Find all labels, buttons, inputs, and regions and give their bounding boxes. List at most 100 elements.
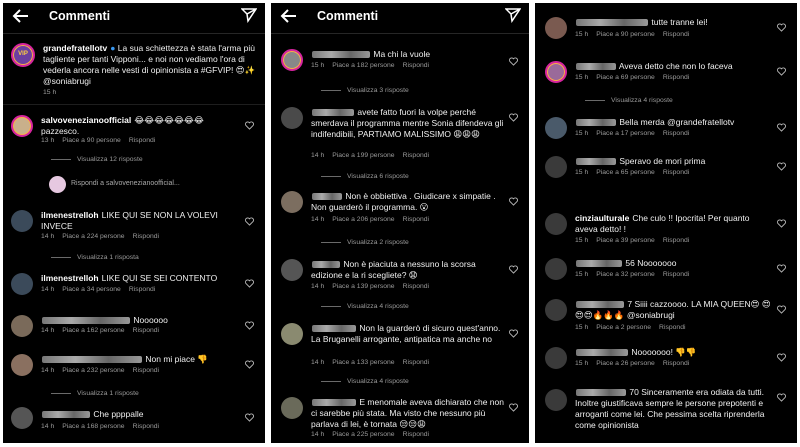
avatar[interactable] — [545, 347, 567, 369]
likes-count[interactable]: Piace a 90 persone — [62, 137, 121, 144]
back-arrow-icon[interactable] — [280, 7, 298, 25]
likes-count[interactable]: Piace a 224 persone — [62, 233, 124, 240]
comment-user[interactable]: ilmenestrelloh — [41, 273, 99, 283]
reply-button[interactable]: Rispondi — [403, 216, 429, 223]
like-heart-icon[interactable] — [509, 57, 518, 66]
reply-button[interactable]: Rispondi — [133, 327, 159, 334]
avatar[interactable] — [11, 115, 33, 137]
avatar[interactable] — [281, 323, 303, 345]
likes-count[interactable]: Piace a 26 persone — [596, 360, 655, 367]
avatar[interactable] — [11, 407, 33, 429]
likes-count[interactable]: Piace a 168 persone — [62, 423, 124, 430]
view-replies[interactable]: Visualizza 1 risposte — [51, 390, 139, 397]
reply-button[interactable]: Rispondi — [129, 286, 155, 293]
reply-button[interactable]: Rispondi — [129, 137, 155, 144]
likes-count[interactable]: Piace a 199 persone — [332, 152, 394, 159]
like-heart-icon[interactable] — [777, 393, 786, 402]
avatar[interactable] — [281, 259, 303, 281]
like-heart-icon[interactable] — [777, 23, 786, 32]
like-heart-icon[interactable] — [245, 321, 254, 330]
view-replies[interactable]: Visualizza 1 risposta — [51, 254, 139, 261]
likes-count[interactable]: Piace a 182 persone — [332, 62, 394, 69]
share-send-icon[interactable] — [241, 7, 257, 23]
likes-count[interactable]: Piace a 69 persone — [596, 74, 655, 81]
reply-button[interactable]: Rispondi — [403, 152, 429, 159]
likes-count[interactable]: Piace a 225 persone — [332, 431, 394, 438]
likes-count[interactable]: Piace a 32 persone — [596, 271, 655, 278]
reply-button[interactable]: Rispondi — [663, 130, 689, 137]
likes-count[interactable]: Piace a 90 persone — [596, 31, 655, 38]
avatar[interactable] — [545, 299, 567, 321]
like-heart-icon[interactable] — [509, 403, 518, 412]
comment-user[interactable]: ilmenestrelloh — [41, 210, 99, 220]
like-heart-icon[interactable] — [509, 329, 518, 338]
comment-user[interactable]: cinziaulturale — [575, 213, 629, 223]
likes-count[interactable]: Piace a 17 persone — [596, 130, 655, 137]
reply-button[interactable]: Rispondi — [659, 324, 685, 331]
reply-button[interactable]: Rispondi — [133, 423, 159, 430]
view-replies[interactable]: Visualizza 12 risposte — [51, 156, 143, 163]
reply-button[interactable]: Rispondi — [403, 62, 429, 69]
reply-button[interactable]: Rispondi — [663, 271, 689, 278]
reply-button[interactable]: Rispondi — [663, 169, 689, 176]
avatar[interactable] — [545, 156, 567, 178]
avatar[interactable] — [281, 49, 303, 71]
avatar[interactable] — [11, 354, 33, 376]
view-replies[interactable]: Visualizza 3 risposte — [321, 87, 409, 94]
view-replies[interactable]: Visualizza 4 risposte — [321, 303, 409, 310]
reply-button[interactable]: Rispondi — [663, 237, 689, 244]
view-replies[interactable]: Visualizza 6 risposte — [321, 173, 409, 180]
likes-count[interactable]: Piace a 39 persone — [596, 237, 655, 244]
avatar[interactable] — [545, 117, 567, 139]
view-replies[interactable]: Visualizza 4 risposte — [321, 378, 409, 385]
reply-button[interactable]: Rispondi — [133, 233, 159, 240]
like-heart-icon[interactable] — [777, 353, 786, 362]
avatar-grandefratellotv[interactable]: VIP — [11, 43, 35, 67]
like-heart-icon[interactable] — [509, 197, 518, 206]
avatar[interactable] — [281, 397, 303, 419]
like-heart-icon[interactable] — [245, 121, 254, 130]
avatar[interactable] — [281, 191, 303, 213]
share-send-icon[interactable] — [505, 7, 521, 23]
view-replies[interactable]: Visualizza 2 risposte — [321, 239, 409, 246]
likes-count[interactable]: Piace a 34 persone — [62, 286, 121, 293]
back-arrow-icon[interactable] — [12, 7, 30, 25]
like-heart-icon[interactable] — [509, 265, 518, 274]
likes-count[interactable]: Piace a 2 persone — [596, 324, 651, 331]
likes-count[interactable]: Piace a 206 persone — [332, 216, 394, 223]
likes-count[interactable]: Piace a 162 persone — [62, 327, 124, 334]
reply-button[interactable]: Rispondi — [403, 283, 429, 290]
avatar[interactable] — [281, 107, 303, 129]
reply-button[interactable]: Rispondi — [403, 431, 429, 438]
reply-button[interactable]: Rispondi — [403, 359, 429, 366]
reply-button[interactable]: Rispondi — [663, 74, 689, 81]
like-heart-icon[interactable] — [777, 305, 786, 314]
like-heart-icon[interactable] — [777, 219, 786, 228]
caption-user[interactable]: grandefratellotv — [43, 43, 107, 53]
likes-count[interactable]: Piace a 232 persone — [62, 367, 124, 374]
like-heart-icon[interactable] — [245, 217, 254, 226]
like-heart-icon[interactable] — [509, 113, 518, 122]
avatar[interactable] — [11, 210, 33, 232]
avatar[interactable] — [545, 213, 567, 235]
like-heart-icon[interactable] — [777, 67, 786, 76]
reply-button[interactable]: Rispondi — [133, 367, 159, 374]
reply-button[interactable]: Rispondi — [663, 360, 689, 367]
like-heart-icon[interactable] — [777, 264, 786, 273]
like-heart-icon[interactable] — [777, 162, 786, 171]
like-heart-icon[interactable] — [245, 413, 254, 422]
like-heart-icon[interactable] — [245, 279, 254, 288]
avatar[interactable] — [545, 389, 567, 411]
avatar[interactable] — [11, 315, 33, 337]
likes-count[interactable]: Piace a 139 persone — [332, 283, 394, 290]
likes-count[interactable]: Piace a 65 persone — [596, 169, 655, 176]
avatar[interactable] — [11, 273, 33, 295]
avatar[interactable] — [545, 258, 567, 280]
comment-user[interactable]: salvovenezianoofficial — [41, 115, 131, 125]
view-replies[interactable]: Visualizza 4 risposte — [585, 97, 673, 104]
like-heart-icon[interactable] — [245, 360, 254, 369]
likes-count[interactable]: Piace a 133 persone — [332, 359, 394, 366]
avatar[interactable] — [545, 61, 567, 83]
reply-to-input[interactable]: Rispondi a salvovenezianoofficial... — [71, 180, 180, 187]
like-heart-icon[interactable] — [777, 123, 786, 132]
